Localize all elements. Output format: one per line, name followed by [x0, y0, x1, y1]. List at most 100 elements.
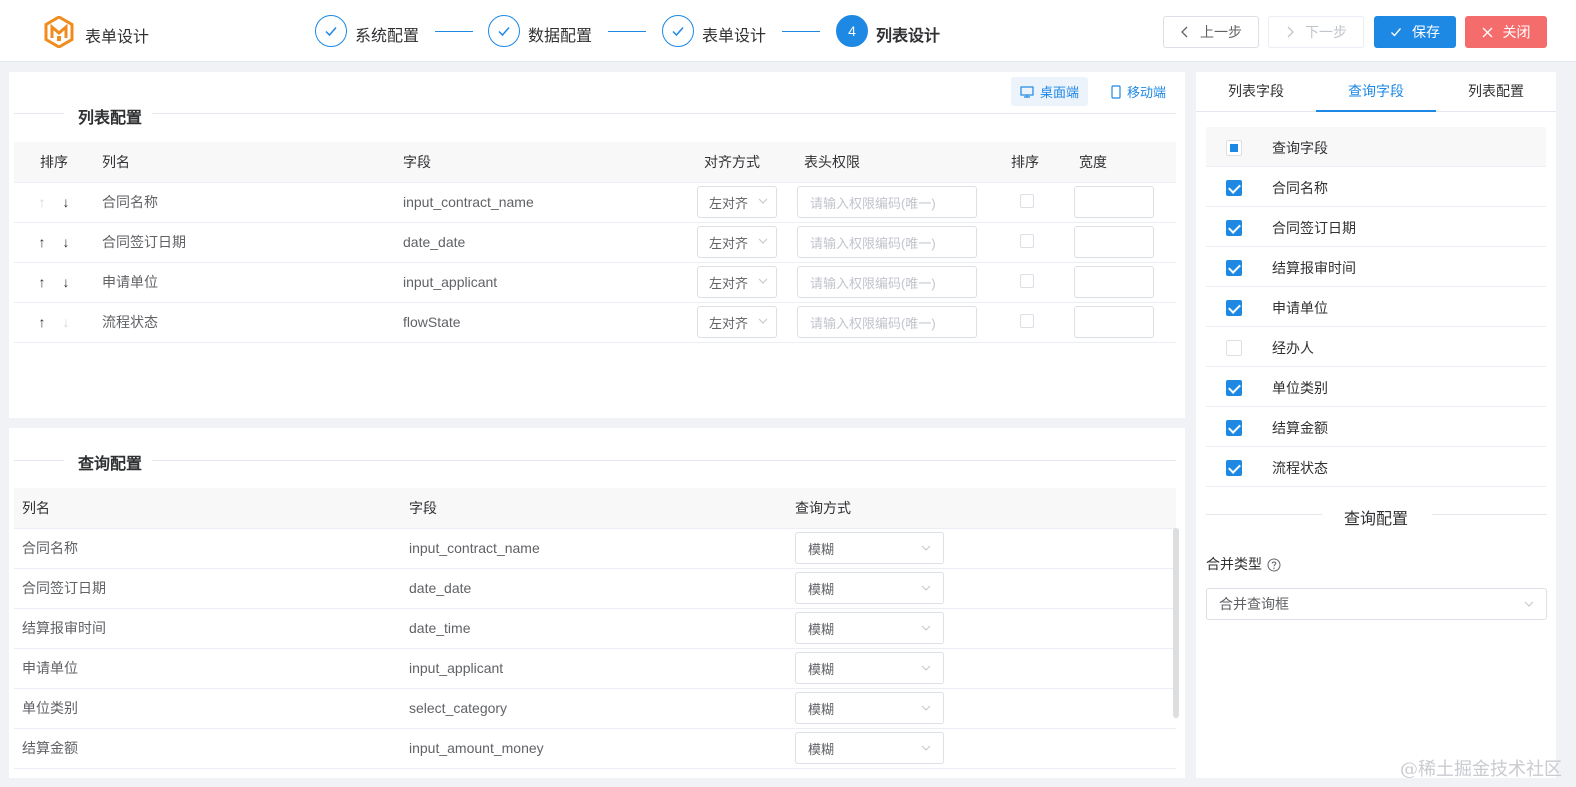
column-field: input_applicant [403, 274, 498, 290]
field-checkbox[interactable] [1226, 340, 1242, 356]
query-mode-select[interactable]: 模糊 [795, 532, 944, 564]
divider-left [14, 460, 64, 461]
step-number: 4 [836, 15, 868, 47]
query-mode-select[interactable]: 模糊 [795, 572, 944, 604]
move-down-icon[interactable]: ↓ [54, 194, 78, 210]
field-label: 结算报审时间 [1272, 260, 1356, 276]
query-field-row[interactable]: 流程状态 [1206, 447, 1546, 487]
query-field-row[interactable]: 经办人 [1206, 327, 1546, 367]
width-input[interactable] [1074, 226, 1154, 258]
width-input[interactable] [1074, 306, 1154, 338]
field-checkbox[interactable] [1226, 220, 1242, 236]
move-down-icon[interactable]: ↓ [54, 274, 78, 290]
tab-list-fields[interactable]: 列表字段 [1196, 72, 1316, 112]
move-up-icon[interactable]: ↑ [30, 314, 54, 330]
query-mode-select[interactable]: 模糊 [795, 692, 944, 724]
desktop-view-label: 桌面端 [1040, 85, 1080, 100]
align-select[interactable]: 左对齐 [697, 306, 777, 338]
logo-icon [44, 16, 74, 48]
query-field-header-row: 查询字段 [1206, 127, 1546, 167]
field-label: 经办人 [1272, 340, 1314, 356]
width-input[interactable] [1074, 186, 1154, 218]
merge-type-select[interactable]: 合并查询框 [1206, 588, 1547, 620]
field-checkbox[interactable] [1226, 180, 1242, 196]
permission-input[interactable]: 请输入权限编码(唯一) [797, 266, 977, 298]
width-input[interactable] [1074, 266, 1154, 298]
field-checkbox[interactable] [1226, 420, 1242, 436]
sortable-checkbox[interactable] [1020, 313, 1034, 328]
field-checkbox[interactable] [1226, 380, 1242, 396]
col-header-align: 对齐方式 [704, 153, 760, 170]
move-up-icon[interactable]: ↑ [30, 194, 54, 210]
query-field-row[interactable]: 申请单位 [1206, 287, 1546, 327]
question-circle-icon[interactable] [1267, 558, 1281, 572]
move-down-icon[interactable]: ↓ [54, 234, 78, 250]
table-header-row: 列名 字段 查询方式 [14, 488, 1176, 528]
sortable-checkbox[interactable] [1020, 273, 1034, 288]
align-select-value: 左对齐 [709, 235, 749, 251]
col-header-sort: 排序 [40, 153, 68, 170]
query-mode-value: 模糊 [808, 621, 835, 637]
column-field: date_time [409, 620, 471, 636]
table-header-row: 排序 列名 字段 对齐方式 表头权限 排序 宽度 [14, 142, 1176, 182]
move-up-icon[interactable]: ↑ [30, 274, 54, 290]
permission-input[interactable]: 请输入权限编码(唯一) [797, 306, 977, 338]
tab-query-fields[interactable]: 查询字段 [1316, 72, 1436, 112]
table-row: ↑ ↓ 合同名称 input_contract_name 左对齐 请输入权限编码(… [14, 182, 1176, 222]
field-checkbox[interactable] [1226, 460, 1242, 476]
step-label: 表单设计 [702, 28, 767, 45]
query-field-row[interactable]: 结算报审时间 [1206, 247, 1546, 287]
column-name: 合同名称 [22, 540, 78, 556]
column-name: 申请单位 [22, 660, 78, 676]
field-label: 流程状态 [1272, 460, 1328, 476]
desktop-view-button[interactable]: 桌面端 [1011, 77, 1089, 106]
query-field-row[interactable]: 单位类别 [1206, 367, 1546, 407]
divider-right [152, 460, 1176, 461]
check-icon [488, 15, 520, 47]
align-select[interactable]: 左对齐 [697, 186, 777, 218]
chevron-left-icon [1181, 26, 1188, 38]
query-mode-select[interactable]: 模糊 [795, 612, 944, 644]
query-field-row[interactable]: 合同签订日期 [1206, 207, 1546, 247]
table-row: ↑ ↓ 合同签订日期 date_date 左对齐 请输入权限编码(唯一) [14, 222, 1176, 262]
query-table-scrollbar[interactable] [1173, 528, 1179, 718]
align-select[interactable]: 左对齐 [697, 226, 777, 258]
align-select-value: 左对齐 [709, 315, 749, 331]
permission-input[interactable]: 请输入权限编码(唯一) [797, 186, 977, 218]
column-field: select_category [409, 700, 508, 716]
app-title: 表单设计 [85, 29, 150, 46]
query-field-row[interactable]: 合同名称 [1206, 167, 1546, 207]
column-name: 合同名称 [102, 194, 158, 210]
field-label: 合同签订日期 [1272, 220, 1356, 236]
col-header-sortable: 排序 [1011, 153, 1039, 170]
query-mode-select[interactable]: 模糊 [795, 652, 944, 684]
sortable-checkbox[interactable] [1020, 233, 1034, 248]
check-icon [1391, 28, 1402, 37]
divider-right [1432, 514, 1547, 515]
field-checkbox[interactable] [1226, 260, 1242, 276]
close-button[interactable]: 关闭 [1465, 16, 1547, 48]
next-step-button[interactable]: 下一步 [1268, 16, 1364, 48]
col-header-width: 宽度 [1079, 153, 1107, 170]
move-down-icon[interactable]: ↓ [54, 314, 78, 330]
check-icon [315, 15, 347, 47]
permission-input[interactable]: 请输入权限编码(唯一) [797, 226, 977, 258]
chevron-down-icon [758, 198, 768, 204]
save-button[interactable]: 保存 [1374, 16, 1456, 48]
query-mode-value: 模糊 [808, 581, 835, 597]
divider-left [1206, 514, 1322, 515]
move-up-icon[interactable]: ↑ [30, 234, 54, 250]
tab-list-settings[interactable]: 列表配置 [1436, 72, 1556, 112]
query-mode-select[interactable]: 模糊 [795, 732, 944, 764]
mobile-view-button[interactable]: 移动端 [1102, 77, 1175, 106]
sortable-checkbox[interactable] [1020, 193, 1034, 208]
align-select[interactable]: 左对齐 [697, 266, 777, 298]
column-name: 结算金额 [22, 740, 78, 756]
save-label: 保存 [1412, 24, 1440, 40]
query-field-row[interactable]: 结算金额 [1206, 407, 1546, 447]
merge-type-label: 合并类型 [1206, 556, 1262, 572]
prev-step-button[interactable]: 上一步 [1163, 16, 1259, 48]
field-checkbox[interactable] [1226, 300, 1242, 316]
select-all-checkbox[interactable] [1226, 140, 1242, 156]
close-icon [1482, 27, 1492, 37]
